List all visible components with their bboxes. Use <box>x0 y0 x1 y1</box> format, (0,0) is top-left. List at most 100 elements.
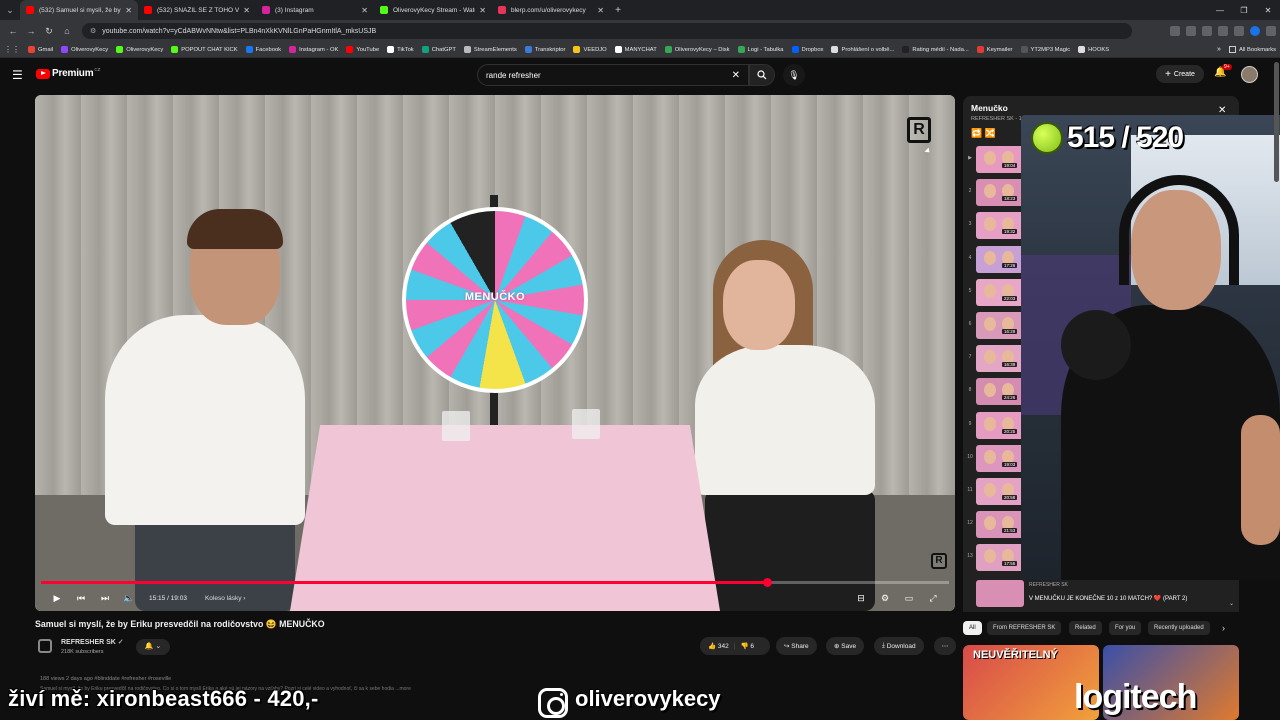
close-tab-icon[interactable]: ✕ <box>479 6 486 15</box>
bookmark-item[interactable]: Gmail <box>28 46 53 53</box>
play-icon[interactable]: ▶ <box>45 593 69 604</box>
more-bookmarks-icon[interactable]: » <box>1217 46 1221 53</box>
close-window-icon[interactable]: ✕ <box>1256 6 1280 15</box>
bookmark-item[interactable]: StreamElements <box>463 46 517 53</box>
channel-name[interactable]: REFRESHER SK ✓ <box>61 638 124 646</box>
bookmark-item[interactable]: OliverovyKecy – Disk <box>664 46 730 53</box>
playlist-thumbnail <box>976 444 1024 472</box>
bookmark-item[interactable]: VEEDJO <box>573 46 607 53</box>
bookmark-item[interactable]: Instagram - OK <box>289 46 338 53</box>
forward-icon[interactable]: → <box>22 26 40 36</box>
site-info-icon[interactable]: ⚙ <box>90 27 96 35</box>
filter-chip[interactable]: For you <box>1109 621 1142 635</box>
share-button[interactable]: ↪ Share <box>776 637 817 655</box>
tab-search-icon[interactable]: ⌄ <box>0 0 20 20</box>
back-icon[interactable]: ← <box>4 26 22 36</box>
filter-chip[interactable]: Recently uploaded <box>1148 621 1210 635</box>
close-tab-icon[interactable]: ✕ <box>361 6 368 15</box>
bookmark-item[interactable]: OliverovyKecy <box>61 46 108 53</box>
close-tab-icon[interactable]: ✕ <box>125 6 132 15</box>
dislike-button[interactable]: 👎 6 <box>740 642 754 650</box>
minimize-icon[interactable]: — <box>1208 6 1232 15</box>
playlist-next-item[interactable]: REFRESHER SK V MENUČKU JE KONEČNE 10 z 1… <box>963 580 1239 612</box>
chevron-down-icon[interactable]: ⌄ <box>1229 600 1234 607</box>
more-actions-icon[interactable]: ⋯ <box>934 637 956 655</box>
chapter-label[interactable]: Koleso lásky › <box>205 595 245 602</box>
like-button[interactable]: 👍 342 <box>708 642 729 650</box>
sidebar-icon[interactable] <box>1234 26 1244 36</box>
home-icon[interactable]: ⌂ <box>58 26 76 36</box>
account-avatar[interactable] <box>1241 66 1258 83</box>
playlist-duration: 20:58 <box>1002 495 1018 500</box>
hamburger-menu-icon[interactable]: ☰ <box>12 68 23 82</box>
youtube-logo[interactable]: Premium CZ <box>36 67 100 79</box>
bookmark-star-icon[interactable] <box>1202 26 1212 36</box>
channel-watermark-icon[interactable]: R <box>931 553 947 569</box>
bookmark-item[interactable]: ChatGPT <box>421 46 456 53</box>
extensions-icon[interactable] <box>1218 26 1228 36</box>
close-tab-icon[interactable]: ✕ <box>243 6 250 15</box>
settings-gear-icon[interactable]: ⚙ <box>873 593 897 604</box>
fullscreen-icon[interactable]: ⤢ <box>921 593 945 604</box>
next-icon[interactable]: ⏭ <box>93 593 117 604</box>
browser-tab[interactable]: (3) Instagram ✕ <box>256 0 374 20</box>
voice-search-button[interactable]: 🎙 <box>783 64 805 86</box>
browser-tab[interactable]: blerp.com/u/oliverovykecy ✕ <box>492 0 610 20</box>
all-bookmarks[interactable]: » All Bookmarks <box>1217 46 1276 53</box>
subtitles-icon[interactable]: ⊟ <box>849 593 873 604</box>
bookmark-item[interactable]: OliverovyKecy <box>116 46 163 53</box>
translate-icon[interactable] <box>1170 26 1180 36</box>
miniplayer-icon[interactable]: ▭ <box>897 593 921 604</box>
subscription-bell-button[interactable]: 🔔 ⌄ <box>136 639 170 655</box>
bookmark-item[interactable]: HOOKS <box>1078 46 1109 53</box>
bookmark-item[interactable]: Dropbox <box>791 46 823 53</box>
close-tab-icon[interactable]: ✕ <box>597 6 604 15</box>
bookmark-item[interactable]: YouTube <box>346 46 379 53</box>
channel-avatar[interactable] <box>38 639 52 653</box>
save-button[interactable]: ⊕ Save <box>826 637 865 655</box>
maximize-icon[interactable]: ❐ <box>1232 6 1256 15</box>
bookmark-item[interactable]: TikTok <box>387 46 414 53</box>
video-player[interactable]: MENUČKO R R ▶ ⏮ ⏭ 🔈 15:15 / 19:03 Koleso… <box>35 95 955 611</box>
url-field[interactable]: ⚙ youtube.com/watch?v=yCdABWvNNtw&list=P… <box>82 23 1132 39</box>
filter-chip[interactable]: From REFRESHER SK <box>987 621 1062 635</box>
bookmark-item[interactable]: Facebook <box>245 46 281 53</box>
profile-icon[interactable] <box>1250 26 1260 36</box>
cast-icon[interactable] <box>1186 26 1196 36</box>
search-button[interactable] <box>749 64 775 86</box>
bookmark-item[interactable]: MANYCHAT <box>614 46 657 53</box>
video-progress-bar[interactable] <box>41 578 949 587</box>
bookmark-label: StreamElements <box>473 46 517 53</box>
browser-tab[interactable]: OliverovyKecy Stream - Watch ✕ <box>374 0 492 20</box>
loop-icon[interactable]: 🔁 <box>971 128 982 138</box>
bookmark-item[interactable]: Prohlášení o volbě... <box>831 46 894 53</box>
bookmark-item[interactable]: Keymailer <box>976 46 1013 53</box>
bookmark-item[interactable]: POPOUT CHAT KICK <box>171 46 238 53</box>
playlist-title[interactable]: Menučko <box>971 103 1008 113</box>
bookmark-favicon-icon <box>737 46 745 53</box>
bookmark-item[interactable]: YT2MP3 Magic <box>1020 46 1070 53</box>
bookmark-item[interactable]: Logi - Tabulka <box>737 46 784 53</box>
apps-grid-icon[interactable]: ⋮⋮ <box>4 45 20 54</box>
download-button[interactable]: ⤓ Download <box>874 637 924 655</box>
chrome-menu-icon[interactable] <box>1266 26 1276 36</box>
extensions-area <box>1170 26 1276 36</box>
browser-tab[interactable]: (532) Samuel si myslí, že by Erik ✕ <box>20 0 138 20</box>
create-button[interactable]: + Create <box>1156 65 1204 83</box>
previous-icon[interactable]: ⏮ <box>69 593 93 604</box>
browser-tab[interactable]: (532) SNAŽIL SE Z TOHO VYBR✕ <box>138 0 256 20</box>
clear-search-icon[interactable]: ✕ <box>732 70 740 81</box>
filter-chip[interactable]: All <box>963 621 982 635</box>
chips-next-icon[interactable]: › <box>1222 623 1225 633</box>
search-input[interactable]: rande refresher ✕ <box>477 64 749 86</box>
bookmark-item[interactable]: Transkriptor <box>524 46 565 53</box>
bookmark-label: MANYCHAT <box>624 46 657 53</box>
bookmark-item[interactable]: Rating médií - Nada... <box>902 46 969 53</box>
shuffle-icon[interactable]: 🔀 <box>985 128 996 138</box>
reload-icon[interactable]: ↻ <box>40 26 58 37</box>
new-tab-button[interactable]: + <box>610 5 626 16</box>
filter-chip[interactable]: Related <box>1069 621 1102 635</box>
tab-favicon-icon <box>144 6 152 14</box>
page-scrollbar[interactable] <box>1274 62 1279 182</box>
volume-icon[interactable]: 🔈 <box>117 593 141 604</box>
